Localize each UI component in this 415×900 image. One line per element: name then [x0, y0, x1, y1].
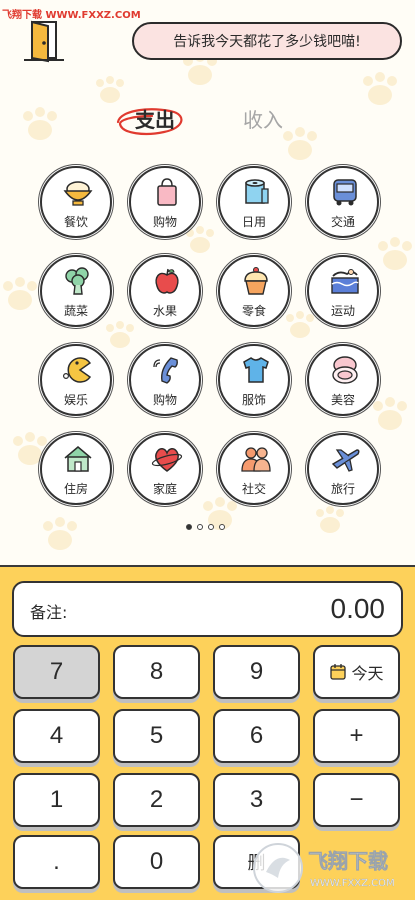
watermark-brand: 飞翔下载: [308, 849, 388, 873]
key-minus[interactable]: −: [313, 773, 400, 827]
cupcake-icon: [244, 267, 268, 295]
broccoli-icon: [65, 267, 89, 295]
category-entertainment[interactable]: 娱乐: [40, 344, 112, 416]
category-phone[interactable]: 购物: [129, 344, 201, 416]
door-icon[interactable]: [22, 18, 66, 64]
page-dot[interactable]: [208, 524, 214, 530]
note-label: 备注:: [30, 603, 68, 622]
category-fruit[interactable]: 水果: [129, 255, 201, 327]
category-food[interactable]: 餐饮: [40, 166, 112, 238]
tab-expense[interactable]: 支出: [135, 104, 175, 133]
category-label: 购物: [152, 393, 177, 407]
category-clothing[interactable]: 服饰: [218, 344, 290, 416]
category-label: 水果: [152, 304, 177, 318]
category-transport[interactable]: 交通: [307, 166, 379, 238]
category-shopping[interactable]: 购物: [129, 166, 201, 238]
category-label: 交通: [330, 215, 355, 229]
category-daily[interactable]: 日用: [218, 166, 290, 238]
category-label: 家庭: [152, 482, 177, 496]
key-0[interactable]: 0: [113, 835, 200, 889]
type-tabs: 支出 收入: [0, 100, 415, 140]
page-dot[interactable]: [186, 524, 192, 530]
note-input[interactable]: 备注: 0.00: [12, 581, 403, 637]
heart-icon: [151, 448, 183, 472]
category-label: 蔬菜: [63, 304, 88, 318]
category-label: 旅行: [330, 482, 355, 496]
airplane-icon: [331, 449, 360, 472]
category-label: 娱乐: [63, 393, 88, 407]
rice-bowl-icon: [63, 181, 93, 206]
bubble-text: 告诉我今天都花了多少钱吧喵!: [173, 34, 361, 50]
page-dot[interactable]: [219, 524, 225, 530]
category-label: 社交: [241, 482, 266, 496]
category-label: 服饰: [241, 393, 266, 407]
pacman-icon: [62, 357, 92, 383]
category-vegetables[interactable]: 蔬菜: [40, 255, 112, 327]
category-label: 运动: [330, 304, 355, 318]
key-5[interactable]: 5: [113, 709, 200, 763]
swimming-icon: [331, 269, 359, 294]
page-indicator: [186, 524, 225, 530]
calendar-icon: [330, 664, 347, 680]
key-4[interactable]: 4: [13, 709, 100, 763]
key-1[interactable]: 1: [13, 773, 100, 827]
category-family[interactable]: 家庭: [129, 433, 201, 505]
key-plus[interactable]: +: [313, 709, 400, 763]
category-label: 日用: [241, 215, 266, 229]
category-label: 美容: [330, 393, 355, 407]
speech-bubble: 告诉我今天都花了多少钱吧喵!: [132, 22, 402, 60]
compact-icon: [332, 356, 358, 384]
page-dot[interactable]: [197, 524, 203, 530]
today-label: 今天: [351, 664, 384, 683]
category-sports[interactable]: 运动: [307, 255, 379, 327]
key-2[interactable]: 2: [113, 773, 200, 827]
tshirt-icon: [243, 357, 269, 383]
house-icon: [64, 446, 92, 472]
key-dot[interactable]: .: [13, 835, 100, 889]
category-social[interactable]: 社交: [218, 433, 290, 505]
category-travel[interactable]: 旅行: [307, 433, 379, 505]
category-housing[interactable]: 住房: [40, 433, 112, 505]
today-date-button[interactable]: 今天: [313, 645, 400, 699]
tab-income[interactable]: 收入: [243, 104, 283, 133]
key-7[interactable]: 7: [13, 645, 100, 699]
key-8[interactable]: 8: [113, 645, 200, 699]
key-6[interactable]: 6: [213, 709, 300, 763]
bus-icon: [333, 179, 357, 206]
category-label: 零食: [241, 304, 266, 318]
category-label: 购物: [152, 215, 177, 229]
key-9[interactable]: 9: [213, 645, 300, 699]
paper-roll-icon: [245, 179, 269, 204]
category-label: 餐饮: [63, 215, 88, 229]
apple-icon: [155, 268, 179, 294]
category-beauty[interactable]: 美容: [307, 344, 379, 416]
category-snacks[interactable]: 零食: [218, 255, 290, 327]
category-label: 住房: [63, 482, 88, 496]
watermark-logo: 飞翔下载 WWW.FXXZ.COM: [253, 843, 395, 893]
key-3[interactable]: 3: [213, 773, 300, 827]
people-icon: [241, 447, 271, 472]
phone-icon: [153, 357, 178, 384]
watermark-url: WWW.FXXZ.COM: [310, 878, 395, 889]
amount-display: 0.00: [330, 593, 386, 624]
shopping-bag-icon: [157, 178, 177, 206]
